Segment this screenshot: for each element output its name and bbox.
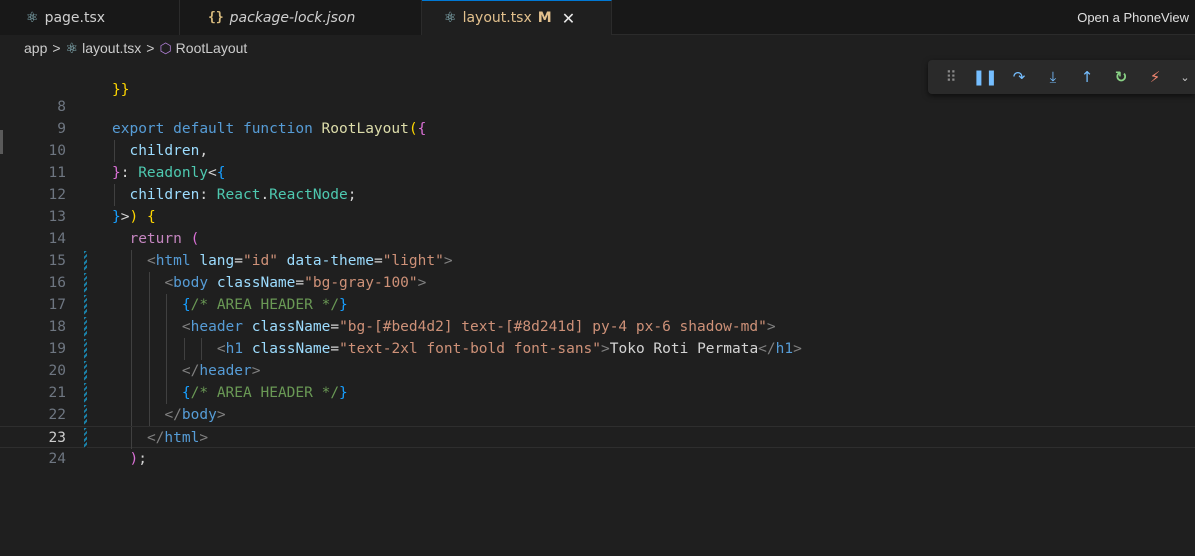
- line-number[interactable]: 21: [0, 382, 66, 404]
- code-editor[interactable]: }} 8 9 export default function RootLayout(…: [0, 82, 1195, 556]
- gutter-change-marker[interactable]: [84, 295, 87, 315]
- code-text: <h1 className="text-2xl font-bold font-s…: [216, 341, 802, 357]
- code-text: <html lang="id" data-theme="light">: [146, 253, 453, 269]
- code-text: return (: [129, 231, 200, 247]
- code-line[interactable]: 13 }>) {: [0, 206, 1195, 228]
- code-text: }>) {: [112, 209, 156, 225]
- gutter-change-marker[interactable]: [84, 383, 87, 403]
- line-number[interactable]: 23: [0, 427, 66, 449]
- code-line[interactable]: 23 </html>: [0, 426, 1195, 449]
- line-number[interactable]: 12: [0, 184, 66, 206]
- line-number[interactable]: 22: [0, 404, 66, 426]
- breadcrumb: app > ⚛ layout.tsx > ⬡ RootLayout: [0, 35, 1195, 61]
- close-icon[interactable]: ✕: [562, 9, 575, 28]
- line-number[interactable]: 11: [0, 162, 66, 184]
- line-number[interactable]: 13: [0, 206, 66, 228]
- code-line[interactable]: 20 </header>: [0, 360, 1195, 382]
- gutter-change-marker[interactable]: [84, 317, 87, 337]
- code-line[interactable]: 8: [0, 96, 1195, 118]
- code-line[interactable]: 19 <h1 className="text-2xl font-bold font…: [0, 338, 1195, 360]
- code-line[interactable]: 11 }: Readonly<{: [0, 162, 1195, 184]
- code-text: );: [129, 451, 147, 467]
- code-line[interactable]: 24);: [0, 448, 1195, 470]
- code-line[interactable]: 17 {/* AREA HEADER */}: [0, 294, 1195, 316]
- code-line[interactable]: 21 {/* AREA HEADER */}: [0, 382, 1195, 404]
- code-text: children,: [129, 143, 209, 159]
- tab-label: package-lock.json: [229, 9, 356, 26]
- gutter-change-marker[interactable]: [84, 428, 87, 448]
- grip-icon[interactable]: ⠿: [942, 67, 960, 87]
- chevron-right-icon: >: [52, 40, 61, 56]
- code-text: {/* AREA HEADER */}: [181, 297, 348, 313]
- code-text: <header className="bg-[#bed4d2] text-[#8…: [181, 319, 776, 335]
- react-icon: ⚛: [26, 9, 39, 26]
- modified-badge: M: [537, 10, 552, 26]
- line-number[interactable]: 20: [0, 360, 66, 382]
- line-number[interactable]: 9: [0, 118, 66, 140]
- tab-package-lock-json[interactable]: {} package-lock.json: [180, 0, 422, 35]
- line-number[interactable]: 19: [0, 338, 66, 360]
- tab-layout-tsx[interactable]: ⚛ layout.tsx M ✕: [422, 0, 612, 35]
- line-number[interactable]: 16: [0, 272, 66, 294]
- pause-icon[interactable]: ❚❚: [972, 67, 997, 87]
- code-text: </body>: [164, 407, 226, 423]
- line-number[interactable]: 17: [0, 294, 66, 316]
- restart-icon[interactable]: ↻: [1112, 67, 1130, 87]
- code-line[interactable]: 14 return (: [0, 228, 1195, 250]
- chevron-right-icon: >: [146, 40, 155, 56]
- json-icon: {}: [208, 10, 224, 25]
- react-icon: ⚛: [65, 39, 79, 56]
- react-icon: ⚛: [444, 10, 457, 26]
- code-line[interactable]: 16 <body className="bg-gray-100">: [0, 272, 1195, 294]
- code-text: <body className="bg-gray-100">: [164, 275, 427, 291]
- gutter-change-marker[interactable]: [84, 273, 87, 293]
- gutter-change-marker[interactable]: [84, 405, 87, 425]
- code-line[interactable]: 22 </body>: [0, 404, 1195, 426]
- tab-label: layout.tsx: [462, 10, 532, 26]
- code-text: {/* AREA HEADER */}: [181, 385, 348, 401]
- step-out-icon[interactable]: ↑: [1078, 67, 1096, 87]
- gutter-change-marker[interactable]: [84, 361, 87, 381]
- breadcrumb-symbol[interactable]: RootLayout: [176, 40, 248, 56]
- code-text: </header>: [181, 363, 261, 379]
- code-line[interactable]: 18 <header className="bg-[#bed4d2] text-[…: [0, 316, 1195, 338]
- step-into-icon[interactable]: ⤓: [1044, 67, 1062, 87]
- editor-tab-bar: ⚛ page.tsx {} package-lock.json ⚛ layout…: [0, 0, 1195, 35]
- line-number[interactable]: 24: [0, 448, 66, 470]
- code-line[interactable]: 10 children,: [0, 140, 1195, 162]
- gutter-change-marker[interactable]: [84, 251, 87, 271]
- tab-page-tsx[interactable]: ⚛ page.tsx: [0, 0, 180, 35]
- code-text: export default function RootLayout({: [112, 121, 427, 137]
- phone-view-button[interactable]: Open a PhoneView: [1077, 0, 1195, 35]
- code-line[interactable]: 9 export default function RootLayout({: [0, 118, 1195, 140]
- line-number[interactable]: 14: [0, 228, 66, 250]
- tab-label: page.tsx: [44, 9, 106, 26]
- breadcrumb-file[interactable]: layout.tsx: [82, 40, 141, 56]
- step-over-icon[interactable]: ↷: [1010, 67, 1028, 87]
- code-text: children: React.ReactNode;: [129, 187, 357, 203]
- line-number[interactable]: 15: [0, 250, 66, 272]
- line-number[interactable]: 18: [0, 316, 66, 338]
- gutter-change-marker[interactable]: [84, 339, 87, 359]
- code-line[interactable]: 15 <html lang="id" data-theme="light">: [0, 250, 1195, 272]
- line-number[interactable]: 8: [0, 96, 66, 118]
- chevron-down-icon[interactable]: ⌄: [1180, 67, 1190, 87]
- disconnect-icon[interactable]: ⚡: [1146, 67, 1164, 87]
- code-text: }: Readonly<{: [112, 165, 226, 181]
- code-text: </html>: [146, 430, 209, 446]
- cube-icon: ⬡: [159, 39, 172, 56]
- breadcrumb-folder[interactable]: app: [24, 40, 47, 56]
- debug-toolbar: ⠿ ❚❚ ↷ ⤓ ↑ ↻ ⚡ ⌄: [928, 60, 1195, 94]
- code-line[interactable]: 12 children: React.ReactNode;: [0, 184, 1195, 206]
- line-number[interactable]: 10: [0, 140, 66, 162]
